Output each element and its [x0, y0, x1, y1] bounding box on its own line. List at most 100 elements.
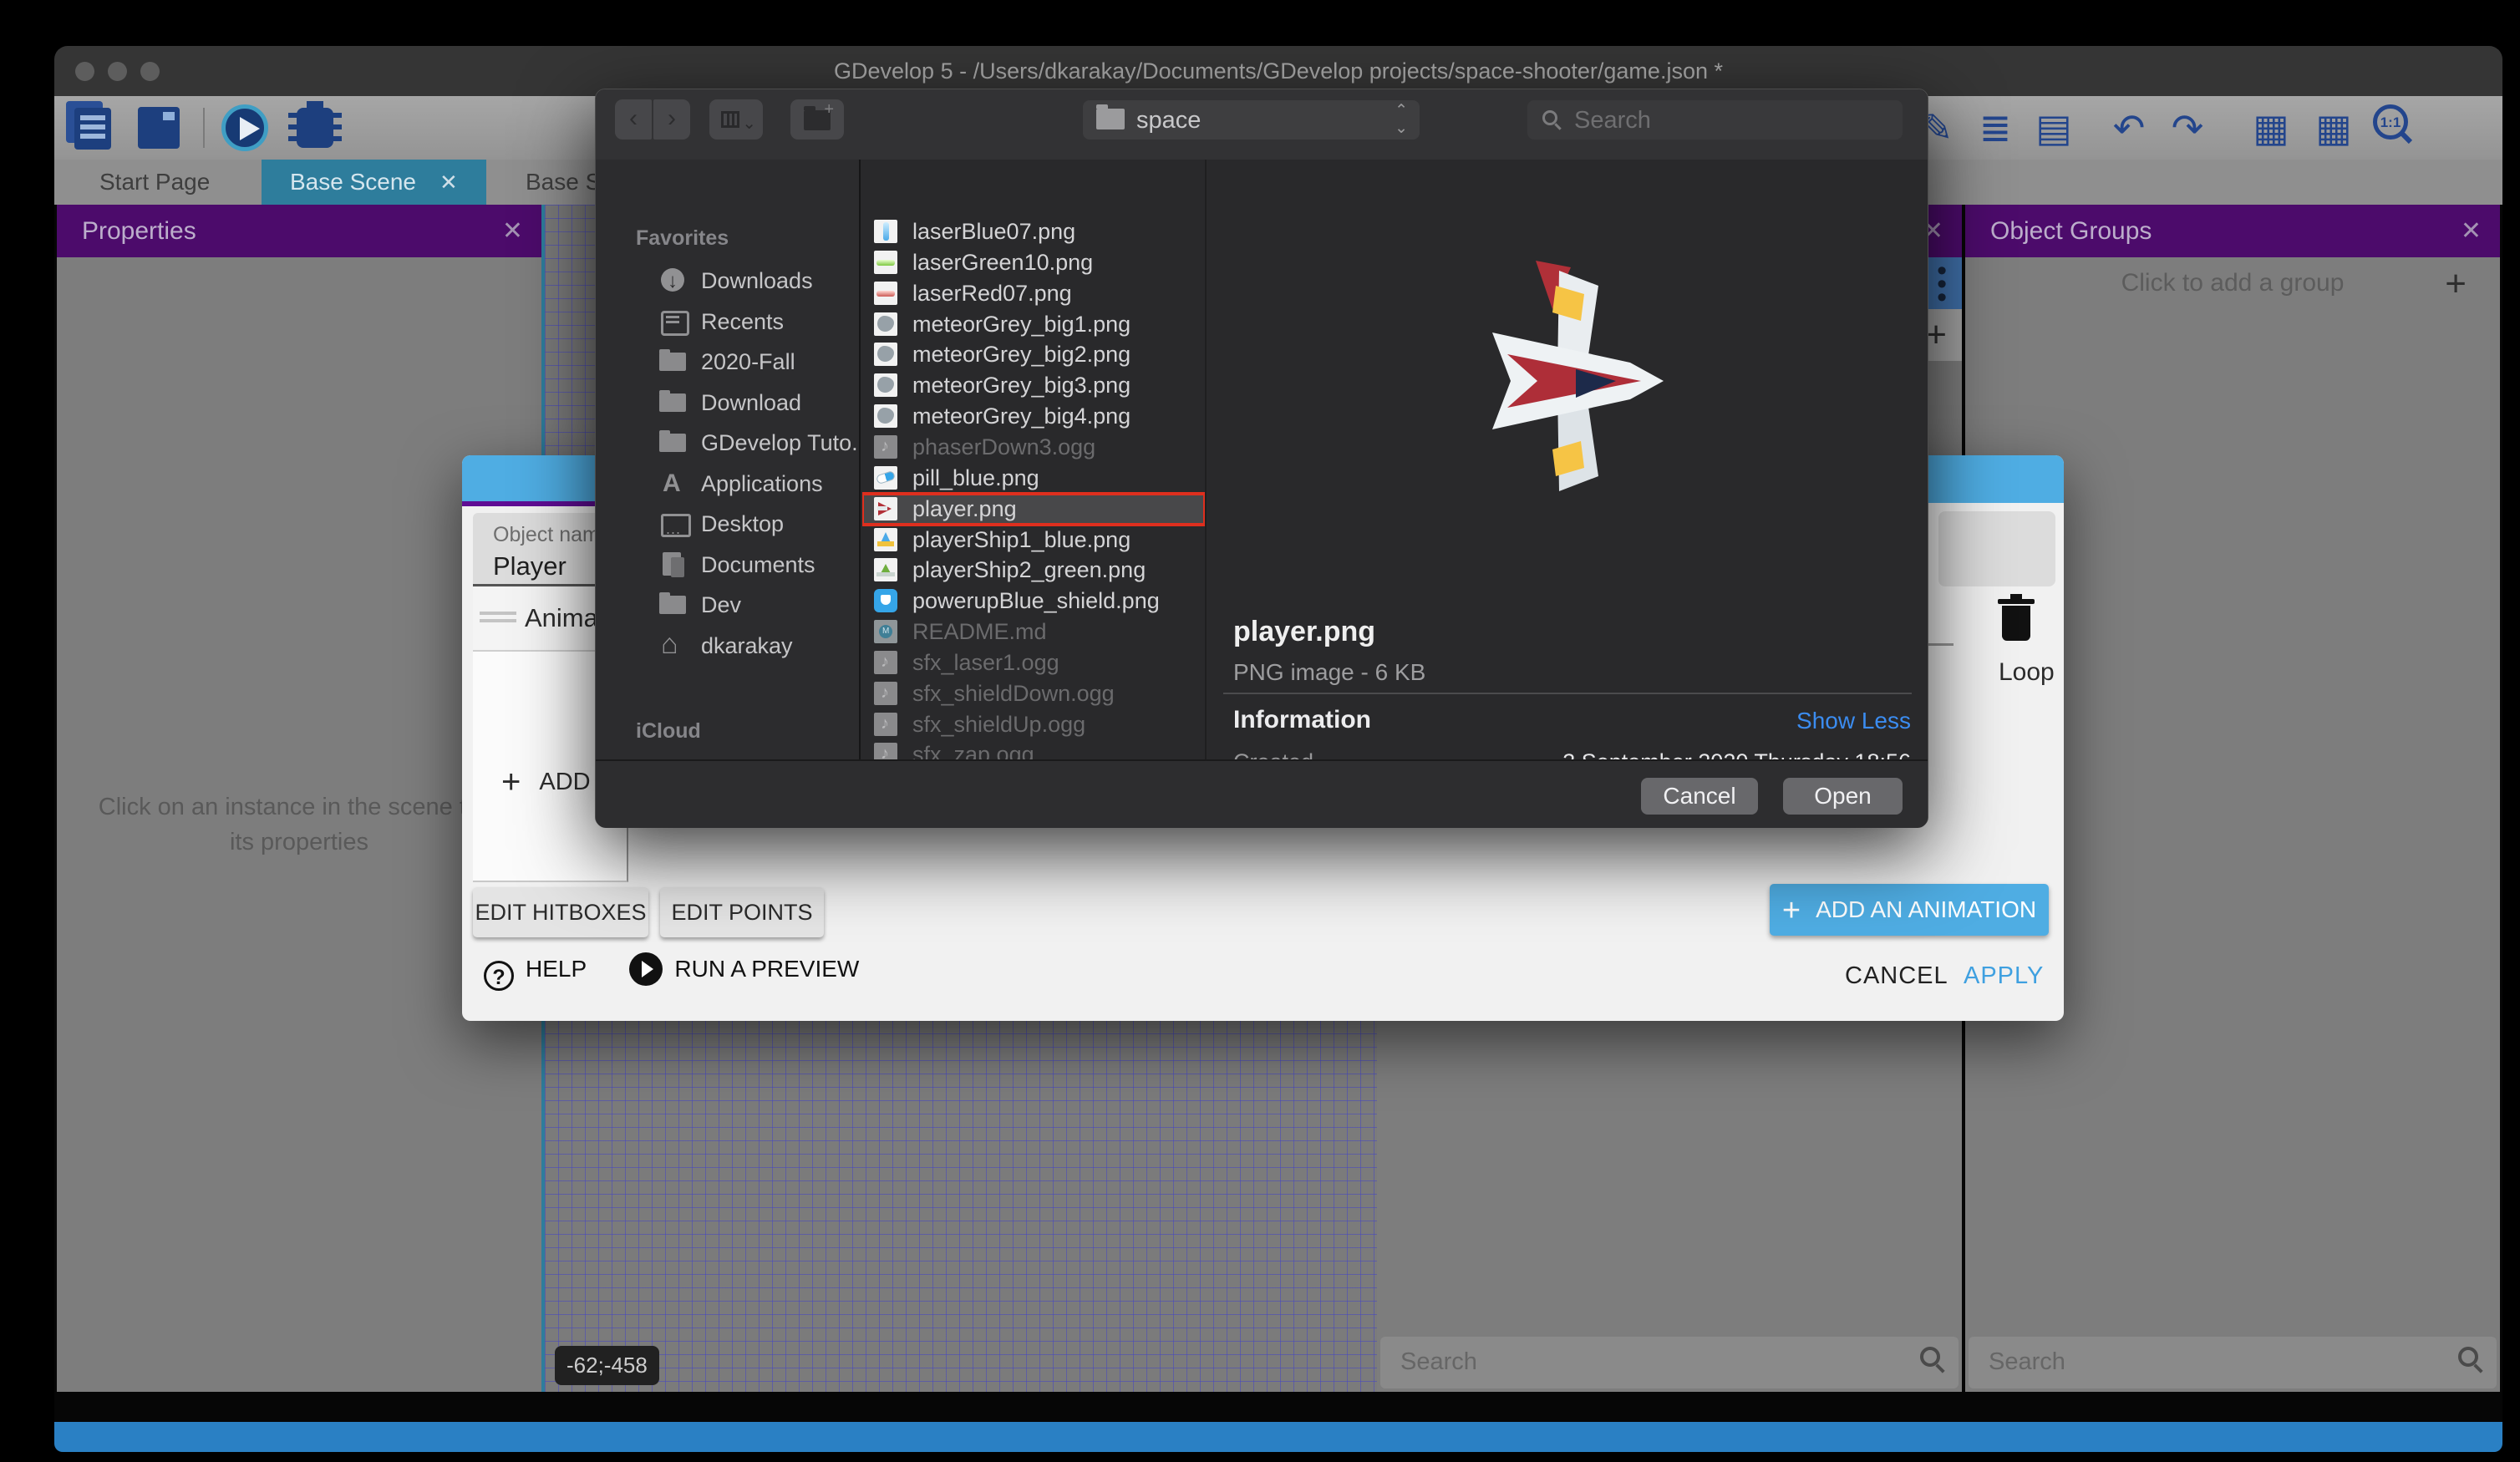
file-row-laserblue07-png[interactable]: laserBlue07.png	[862, 216, 1205, 247]
meteor-file-icon	[874, 404, 897, 428]
file-name: meteorGrey_big1.png	[912, 312, 1130, 338]
tab-start-page[interactable]: Start Page	[71, 160, 238, 205]
sidebar-item-download[interactable]: Download	[659, 390, 801, 416]
information-title: Information	[1233, 706, 1371, 734]
file-row-sfx-shieldup-ogg: ♪sfx_shieldUp.ogg	[862, 709, 1205, 740]
meteor-file-icon	[874, 343, 897, 366]
film-strip-icon[interactable]: ▦	[2248, 104, 2294, 151]
search-placeholder: Search	[1400, 1348, 1477, 1376]
sidebar-item-dkarakay[interactable]: dkarakay	[659, 633, 793, 659]
run-preview-button[interactable]: RUN A PREVIEW	[674, 956, 859, 982]
cancel-button[interactable]: Cancel	[1641, 778, 1758, 815]
file-row-player-png[interactable]: player.png	[862, 494, 1205, 525]
audio-file-icon: ♪	[874, 651, 897, 674]
sidebar-item-gdevelop-tuto-[interactable]: GDevelop Tuto...	[659, 430, 861, 456]
file-row-playership1-blue-png[interactable]: playerShip1_blue.png	[862, 525, 1205, 556]
info-row-label: Created	[1233, 749, 1313, 759]
play-icon[interactable]	[221, 104, 268, 151]
object-name-label: Object nam	[493, 523, 600, 547]
forward-button[interactable]: ›	[653, 99, 690, 140]
file-row-laserred07-png[interactable]: laserRed07.png	[862, 278, 1205, 309]
preview-filename: player.png	[1233, 616, 1375, 648]
file-row-lasergreen10-png[interactable]: laserGreen10.png	[862, 247, 1205, 278]
close-tab-icon[interactable]: ✕	[439, 170, 458, 195]
file-row-meteorgrey-big4-png[interactable]: meteorGrey_big4.png	[862, 401, 1205, 432]
file-row-meteorgrey-big3-png[interactable]: meteorGrey_big3.png	[862, 370, 1205, 401]
search-placeholder: Search	[1574, 107, 1651, 135]
laser-green-file-icon	[874, 251, 897, 274]
view-mode-button[interactable]: ⌄	[709, 99, 763, 140]
desktop-icon	[659, 511, 688, 536]
run-preview-icon[interactable]	[629, 952, 663, 986]
sidebar-item-desktop[interactable]: Desktop	[659, 511, 784, 537]
redo-icon[interactable]: ↷	[2164, 104, 2211, 151]
sidebar-item-recents[interactable]: Recents	[659, 309, 784, 335]
file-name: sfx_shieldDown.ogg	[912, 681, 1115, 707]
sidebar-item-documents[interactable]: Documents	[659, 552, 815, 578]
file-row-sfx-shielddown-ogg: ♪sfx_shieldDown.ogg	[862, 678, 1205, 709]
help-button[interactable]: HELP	[526, 956, 587, 982]
file-row-meteorgrey-big2-png[interactable]: meteorGrey_big2.png	[862, 339, 1205, 370]
instructions-icon[interactable]: ≣	[1972, 104, 2019, 151]
objects-search-field[interactable]: Search	[1380, 1337, 1959, 1388]
file-name: pill_blue.png	[912, 465, 1039, 491]
show-less-link[interactable]: Show Less	[1796, 708, 1911, 734]
sidebar-item-label: Dev	[701, 592, 741, 617]
ship-green-file-icon	[874, 558, 897, 581]
file-row-playership2-green-png[interactable]: playerShip2_green.png	[862, 555, 1205, 586]
new-folder-button[interactable]	[790, 99, 844, 140]
location-dropdown[interactable]: space ⌃⌄	[1083, 100, 1420, 140]
file-name: powerupBlue_shield.png	[912, 588, 1160, 614]
meteor-file-icon	[874, 312, 897, 336]
close-icon[interactable]: ✕	[2461, 205, 2482, 257]
help-icon[interactable]: ?	[484, 961, 514, 991]
cancel-button[interactable]: CANCEL	[1845, 962, 1948, 990]
sidebar-item-label: GDevelop Tuto...	[701, 430, 861, 455]
grid-icon[interactable]: ▦	[2310, 104, 2357, 151]
new-window-icon[interactable]	[138, 107, 180, 149]
sidebar-item-label: Downloads	[701, 268, 813, 293]
folder-icon	[659, 349, 688, 374]
add-animation-button[interactable]: +ADD AN ANIMATION	[1770, 884, 2049, 936]
sidebar-item-dev[interactable]: Dev	[659, 592, 741, 618]
file-preview-pane: player.png PNG image - 6 KB Information …	[1208, 160, 1929, 759]
close-icon[interactable]: ✕	[502, 205, 523, 257]
back-button[interactable]: ‹	[615, 99, 652, 140]
readme-file-icon	[874, 620, 897, 643]
debug-icon[interactable]	[297, 108, 333, 148]
apply-button[interactable]: APPLY	[1964, 962, 2044, 990]
book-icon[interactable]: ▤	[2030, 104, 2077, 151]
file-row-powerupblue-shield-png[interactable]: powerupBlue_shield.png	[862, 586, 1205, 617]
sidebar-item-downloads[interactable]: Downloads	[659, 268, 813, 294]
project-manager-icon[interactable]	[74, 108, 111, 150]
edit-hitboxes-button[interactable]: EDIT HITBOXES	[473, 887, 648, 937]
sidebar-item-label: Applications	[701, 471, 823, 496]
object-menu-icon[interactable]: •••	[1937, 264, 1947, 304]
recents-icon	[659, 309, 688, 334]
file-row-meteorgrey-big1-png[interactable]: meteorGrey_big1.png	[862, 309, 1205, 340]
undo-icon[interactable]: ↶	[2106, 104, 2152, 151]
ship-blue-file-icon	[874, 528, 897, 551]
animation-name-field[interactable]	[1938, 511, 2055, 586]
sidebar-item-applications[interactable]: Applications	[659, 471, 823, 497]
file-search-field[interactable]: Search	[1527, 100, 1903, 140]
edit-points-button[interactable]: EDIT POINTS	[660, 887, 824, 937]
updown-chevrons-icon: ⌃⌄	[1395, 102, 1408, 137]
sidebar-item-2020-fall[interactable]: 2020-Fall	[659, 349, 795, 375]
zoom-1-1-icon[interactable]: 1:1	[2373, 104, 2408, 140]
add-group-row[interactable]: Click to add a group	[1965, 269, 2500, 297]
search-icon	[1542, 110, 1557, 125]
window-title: GDevelop 5 - /Users/dkarakay/Documents/G…	[54, 58, 2502, 84]
open-button[interactable]: Open	[1783, 778, 1903, 815]
file-row-pill-blue-png[interactable]: pill_blue.png	[862, 463, 1205, 494]
tab-base-scene[interactable]: Base Scene ✕	[262, 160, 486, 205]
column-view-icon	[721, 111, 739, 128]
file-row-readme-md: README.md	[862, 617, 1205, 647]
trash-icon[interactable]	[2002, 606, 2030, 641]
add-button[interactable]: +ADD	[501, 764, 591, 801]
info-row-value: 3 September 2020 Thursday 18:56	[1562, 749, 1911, 759]
groups-search-field[interactable]: Search	[1969, 1337, 2497, 1388]
plus-icon[interactable]: +	[2445, 263, 2467, 305]
tab-label: Base Scene	[290, 169, 416, 195]
toolbar-separator	[203, 108, 205, 148]
